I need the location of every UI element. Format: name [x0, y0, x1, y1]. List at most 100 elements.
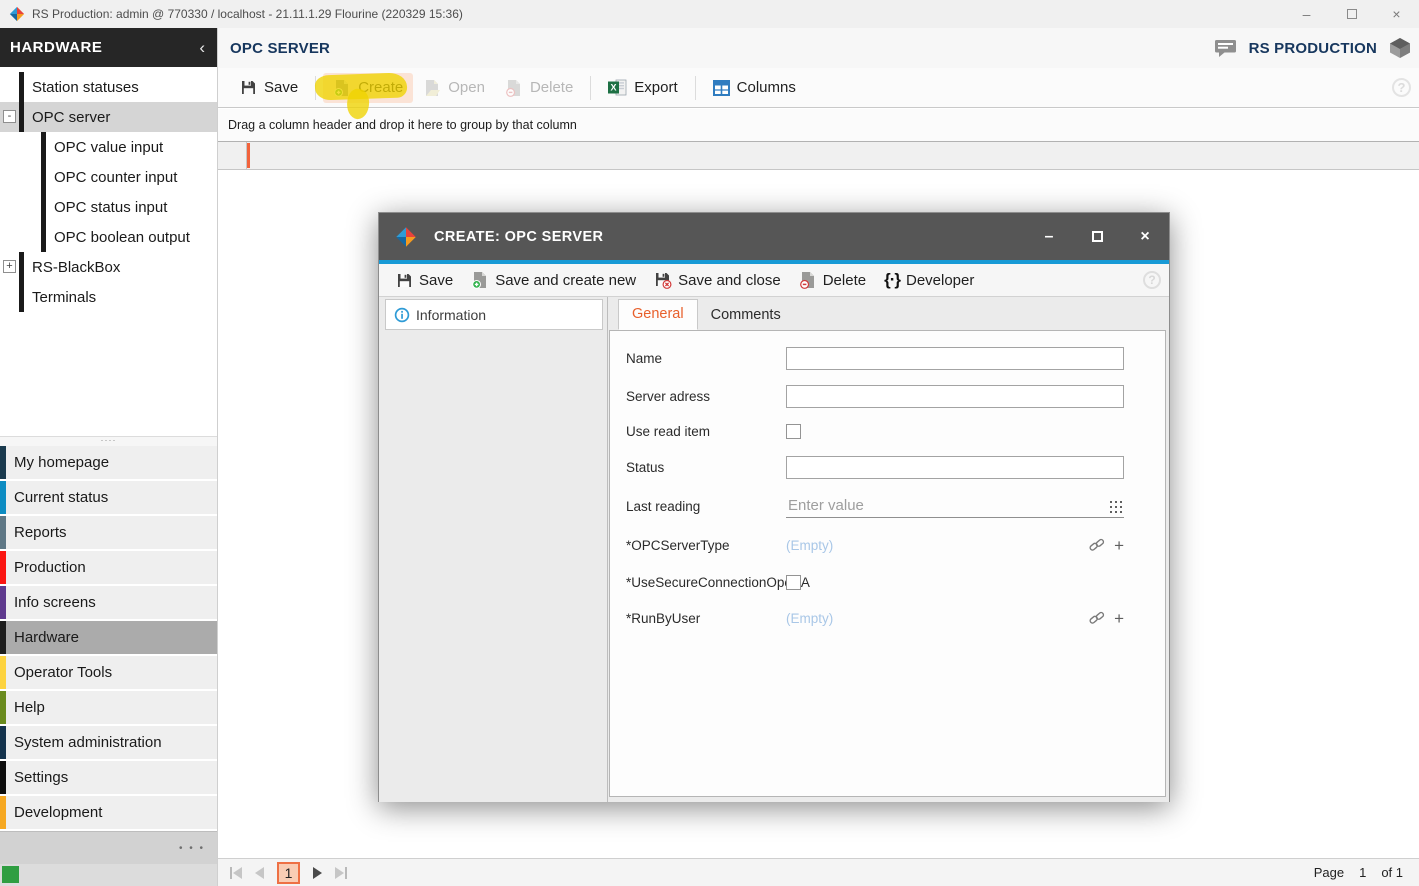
minimize-button[interactable]: – [1284, 0, 1329, 28]
app-logo-icon [9, 6, 25, 22]
tree-item-opc-server[interactable]: - OPC server [0, 102, 217, 132]
brand-logo-icon [1389, 37, 1411, 59]
tree-item-opc-status-input[interactable]: OPC status input [0, 192, 217, 222]
toolbar-separator [315, 76, 316, 100]
create-label: Create [358, 79, 403, 96]
tree-item-station-statuses[interactable]: Station statuses [0, 72, 217, 102]
open-button: Open [413, 73, 495, 103]
first-page-button[interactable] [230, 867, 242, 879]
next-page-button[interactable] [313, 867, 322, 879]
run-by-user-field-label: *RunByUser [626, 611, 786, 626]
save-label: Save [264, 79, 298, 96]
menu-item-production[interactable]: Production [0, 551, 217, 586]
collapse-sidebar-button[interactable]: ‹ [199, 39, 205, 56]
run-by-user-value[interactable]: (Empty) [786, 611, 833, 626]
pager-bar: 1 Page 1 of 1 [218, 858, 1419, 886]
tree-item-rs-blackbox[interactable]: + RS-BlackBox [0, 252, 217, 282]
maximize-button[interactable] [1329, 0, 1374, 28]
last-page-button[interactable] [335, 867, 347, 879]
dialog-delete-button[interactable]: Delete [792, 267, 873, 293]
group-by-hint: Drag a column header and drop it here to… [228, 118, 577, 132]
information-panel: Information [379, 297, 608, 802]
grid-header-row[interactable] [218, 141, 1419, 170]
menu-color-bar [0, 656, 6, 689]
menu-item-system-administration[interactable]: System administration [0, 726, 217, 761]
status-input[interactable] [786, 456, 1124, 479]
tab-general[interactable]: General [618, 299, 698, 330]
information-header[interactable]: Information [385, 299, 603, 330]
menu-color-bar [0, 551, 6, 584]
menu-item-info-screens[interactable]: Info screens [0, 586, 217, 621]
collapse-expander-icon[interactable]: - [3, 110, 16, 123]
dialog-minimize-button[interactable]: – [1025, 213, 1073, 260]
tree-guide-bar [41, 132, 46, 162]
current-page-box[interactable]: 1 [277, 862, 300, 884]
dialog-save-button[interactable]: Save [389, 268, 460, 293]
toolbar-separator [695, 76, 696, 100]
link-record-icon[interactable] [1089, 611, 1105, 625]
dialog-body: Information General Comments Name Server… [379, 297, 1169, 802]
close-button[interactable]: × [1374, 0, 1419, 28]
use-secure-connection-checkbox[interactable] [786, 575, 801, 590]
delete-icon [505, 79, 523, 97]
dialog-maximize-button[interactable] [1073, 213, 1121, 260]
sidebar-header: HARDWARE ‹ [0, 28, 217, 67]
menu-item-settings[interactable]: Settings [0, 761, 217, 796]
tree-item-opc-value-input[interactable]: OPC value input [0, 132, 217, 162]
page-header: OPC SERVER RS PRODUCTION [218, 28, 1419, 68]
sidebar: HARDWARE ‹ Station statuses - OPC server… [0, 28, 218, 886]
menu-item-my-homepage[interactable]: My homepage [0, 446, 217, 481]
svg-text:X: X [611, 83, 617, 93]
use-read-item-checkbox[interactable] [786, 424, 801, 439]
dialog-help-icon[interactable]: ? [1143, 271, 1161, 289]
dialog-toolbar: Save Save and create new [379, 264, 1169, 297]
splitter-handle[interactable]: ···· [0, 436, 217, 446]
page-of-label: of 1 [1381, 865, 1403, 880]
dialog-developer-button[interactable]: {·} Developer [877, 266, 981, 294]
previous-page-button[interactable] [255, 867, 264, 879]
overflow-menu-button[interactable]: • • • [179, 843, 205, 854]
create-button[interactable]: Create [323, 73, 413, 103]
expand-expander-icon[interactable]: + [3, 260, 16, 273]
server-adress-field-label: Server adress [626, 389, 786, 404]
add-record-icon[interactable]: + [1114, 537, 1124, 554]
tree-item-terminals[interactable]: Terminals [0, 282, 217, 312]
add-record-icon[interactable]: + [1114, 610, 1124, 627]
menu-color-bar [0, 621, 6, 654]
create-opc-server-dialog: CREATE: OPC SERVER – × Save [378, 212, 1170, 802]
menu-item-hardware[interactable]: Hardware [0, 621, 217, 656]
tree-item-opc-counter-input[interactable]: OPC counter input [0, 162, 217, 192]
last-reading-input[interactable] [786, 494, 1124, 518]
opc-server-type-value[interactable]: (Empty) [786, 538, 833, 553]
menu-color-bar [0, 481, 6, 514]
delete-button: Delete [495, 73, 583, 103]
server-adress-input[interactable] [786, 385, 1124, 408]
menu-item-current-status[interactable]: Current status [0, 481, 217, 516]
menu-item-label: Settings [0, 769, 68, 786]
help-icon[interactable]: ? [1392, 78, 1411, 97]
save-button[interactable]: Save [230, 73, 308, 102]
tree-item-label: OPC value input [0, 139, 163, 156]
dialog-save-and-create-new-button[interactable]: Save and create new [464, 267, 643, 293]
name-input[interactable] [786, 347, 1124, 370]
dialog-save-and-close-button[interactable]: Save and close [647, 267, 788, 293]
link-record-icon[interactable] [1089, 538, 1105, 552]
export-button[interactable]: X Export [598, 73, 687, 102]
menu-item-operator-tools[interactable]: Operator Tools [0, 656, 217, 691]
menu-item-development[interactable]: Development [0, 796, 217, 831]
columns-button[interactable]: Columns [703, 73, 806, 102]
chat-icon[interactable] [1214, 38, 1237, 58]
open-icon [423, 79, 441, 97]
menu-item-help[interactable]: Help [0, 691, 217, 726]
value-picker-icon[interactable] [1110, 501, 1122, 513]
tree-item-opc-boolean-output[interactable]: OPC boolean output [0, 222, 217, 252]
tab-comments[interactable]: Comments [698, 301, 794, 330]
dialog-close-button[interactable]: × [1121, 213, 1169, 260]
menu-color-bar [0, 761, 6, 794]
grid-indicator-cell [218, 142, 247, 169]
tree-guide-bar [19, 282, 24, 312]
group-by-bar[interactable]: Drag a column header and drop it here to… [218, 109, 1419, 141]
tree-guide-bar [19, 72, 24, 102]
menu-item-reports[interactable]: Reports [0, 516, 217, 551]
dialog-save-label: Save [419, 272, 453, 289]
